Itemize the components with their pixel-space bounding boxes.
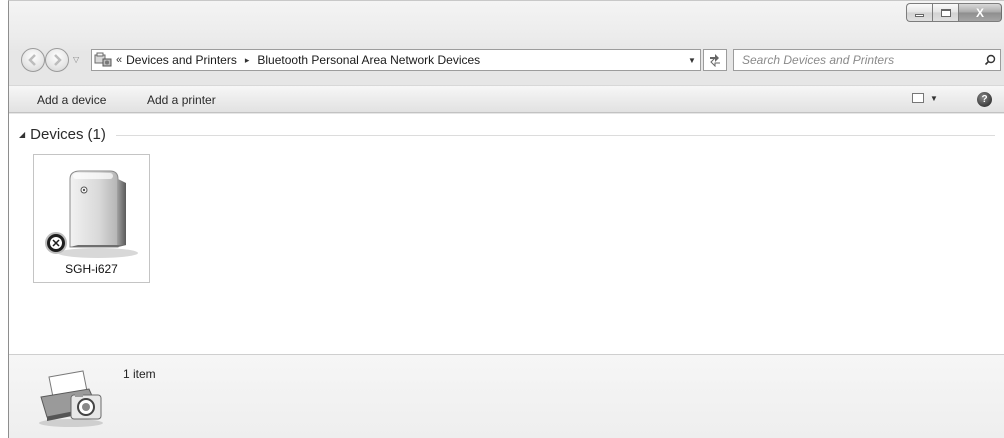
group-divider <box>115 135 995 136</box>
change-view-button[interactable]: ▼ <box>912 93 938 103</box>
minimize-icon <box>915 14 924 17</box>
minimize-button[interactable] <box>906 3 932 22</box>
breadcrumb-separator-icon[interactable]: ▸ <box>245 55 250 66</box>
search-icon[interactable] <box>980 50 1000 70</box>
maximize-icon <box>940 8 951 17</box>
add-device-button[interactable]: Add a device <box>37 93 106 107</box>
explorer-window: X ▽ « Devices and Printers ▸ Bluetooth P… <box>8 0 1004 438</box>
devices-group-header[interactable]: ◢ Devices (1) <box>19 126 995 143</box>
devices-folder-icon <box>92 50 114 70</box>
devices-and-printers-icon <box>39 370 103 427</box>
search-box[interactable] <box>733 49 1001 71</box>
item-count-text: 1 item <box>123 367 156 381</box>
breadcrumb-devices-and-printers[interactable]: Devices and Printers <box>126 53 237 67</box>
refresh-icon <box>710 54 720 67</box>
breadcrumb-bluetooth-pan-devices[interactable]: Bluetooth Personal Area Network Devices <box>257 53 480 67</box>
forward-arrow-icon <box>54 54 62 66</box>
refresh-button[interactable] <box>703 49 727 71</box>
search-input[interactable] <box>734 50 980 70</box>
chevron-down-icon: ▼ <box>930 93 938 103</box>
help-button[interactable]: ? <box>977 92 992 107</box>
recent-pages-dropdown-icon[interactable]: ▽ <box>73 55 79 64</box>
details-pane: 1 item <box>9 354 1004 438</box>
address-bar[interactable]: « Devices and Printers ▸ Bluetooth Perso… <box>91 49 701 71</box>
back-arrow-icon <box>28 54 36 66</box>
close-icon: X <box>975 5 984 20</box>
group-title: Devices <box>30 126 84 143</box>
devices-content-area: ◢ Devices (1) SGH-i627 <box>9 114 1004 354</box>
address-dropdown-icon[interactable]: ▼ <box>684 56 700 65</box>
back-button[interactable] <box>21 48 45 72</box>
device-tile[interactable]: SGH-i627 <box>33 154 150 283</box>
bluetooth-device-icon <box>45 170 138 258</box>
collapse-group-icon[interactable]: ◢ <box>19 130 25 139</box>
group-count: (1) <box>87 126 106 143</box>
address-overflow-chevrons[interactable]: « <box>116 54 122 66</box>
caption-buttons: X <box>906 3 1002 22</box>
navigation-bar: ▽ « Devices and Printers ▸ Bluetooth Per… <box>9 47 1004 73</box>
add-printer-button[interactable]: Add a printer <box>147 93 216 107</box>
device-label: SGH-i627 <box>65 262 118 276</box>
forward-button[interactable] <box>45 48 69 72</box>
close-button[interactable]: X <box>958 3 1002 22</box>
command-bar: Add a device Add a printer ▼ ? <box>9 85 1004 113</box>
maximize-button[interactable] <box>932 3 958 22</box>
view-options-icon <box>912 93 924 103</box>
help-icon: ? <box>981 94 988 105</box>
